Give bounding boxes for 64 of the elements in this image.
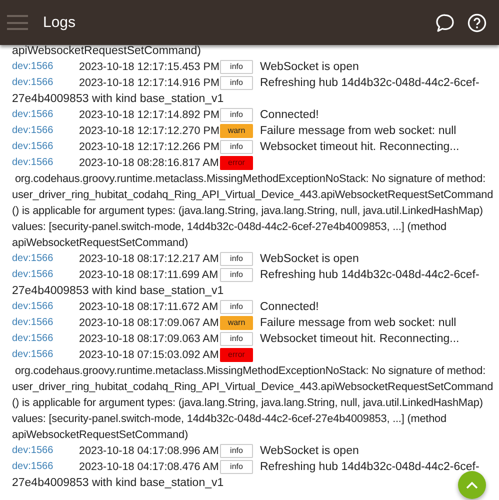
log-message: Refreshing hub 14d4b32c-048d-44c2-6cef- bbox=[260, 76, 480, 91]
level-badge: error bbox=[220, 348, 253, 362]
device-link[interactable]: dev:1566 bbox=[12, 443, 79, 459]
level-badge: info bbox=[220, 76, 253, 90]
device-link[interactable]: dev:1566 bbox=[12, 267, 79, 283]
log-message: Connected! bbox=[260, 300, 319, 315]
log-message: Failure message from web socket: null bbox=[260, 316, 456, 331]
log-message: Websocket timeout hit. Reconnecting... bbox=[260, 332, 460, 347]
chat-bubble-icon[interactable] bbox=[435, 12, 455, 32]
device-link[interactable]: dev:1566 bbox=[12, 315, 79, 331]
timestamp: 2023-10-18 07:15:03.092 AM bbox=[79, 348, 220, 363]
timestamp: 2023-10-18 12:17:12.266 PM bbox=[79, 140, 220, 155]
log-message: apiWebsocketRequestSetCommand) bbox=[12, 44, 202, 59]
log-message: 27e4b4009853 with kind base_station_v1 bbox=[12, 92, 224, 107]
device-link[interactable]: dev:1566 bbox=[12, 107, 79, 123]
level-badge: warn bbox=[220, 316, 253, 330]
timestamp: 2023-10-18 08:17:11.699 AM bbox=[79, 268, 220, 283]
level-badge: info bbox=[220, 140, 253, 154]
device-link[interactable]: dev:1566 bbox=[12, 459, 79, 475]
timestamp: 2023-10-18 12:17:12.270 PM bbox=[79, 124, 220, 139]
timestamp: 2023-10-18 08:17:09.063 AM bbox=[79, 332, 220, 347]
log-message: 27e4b4009853 with kind base_station_v1 bbox=[12, 476, 224, 491]
device-link[interactable]: dev:1566 bbox=[12, 139, 79, 155]
timestamp: 2023-10-18 08:28:16.817 AM bbox=[79, 156, 220, 171]
level-badge: info bbox=[220, 300, 253, 314]
level-badge: warn bbox=[220, 124, 253, 138]
log-message: WebSocket is open bbox=[260, 252, 359, 267]
timestamp: 2023-10-18 08:17:11.672 AM bbox=[79, 300, 220, 315]
help-icon[interactable] bbox=[467, 12, 487, 32]
level-badge: info bbox=[220, 108, 253, 122]
level-badge: info bbox=[220, 332, 253, 346]
device-link[interactable]: dev:1566 bbox=[12, 123, 79, 139]
level-badge: info bbox=[220, 60, 253, 74]
device-link[interactable]: dev:1566 bbox=[12, 59, 79, 75]
timestamp: 2023-10-18 08:17:09.067 AM bbox=[79, 316, 220, 331]
device-link[interactable]: dev:1566 bbox=[12, 331, 79, 347]
level-badge: info bbox=[220, 444, 253, 458]
device-link[interactable]: dev:1566 bbox=[12, 155, 79, 171]
log-message: 27e4b4009853 with kind base_station_v1 bbox=[12, 284, 224, 299]
page-title: Logs bbox=[43, 14, 76, 31]
log-message: Failure message from web socket: null bbox=[260, 124, 456, 139]
timestamp: 2023-10-18 12:17:14.892 PM bbox=[79, 108, 220, 123]
device-link[interactable]: dev:1566 bbox=[12, 75, 79, 91]
device-link[interactable]: dev:1566 bbox=[12, 299, 79, 315]
timestamp: 2023-10-18 12:17:14.916 PM bbox=[79, 76, 220, 91]
device-link[interactable]: dev:1566 bbox=[12, 347, 79, 363]
log-message: Websocket timeout hit. Reconnecting... bbox=[260, 140, 460, 155]
log-message: WebSocket is open bbox=[260, 444, 359, 459]
log-message: org.codehaus.groovy.runtime.metaclass.MissingMethodExceptionNoStack: No signature of method: user_driver_ring_hubitat_codahq_Ring_API_Virtual_Device_443.apiWebsocketRequestSetCommand() is applicable for argument types: (java.lang.String, java.lang.String, null, java.util.LinkedHashMap) values: [security-panel.switch-mode, 14d4b32c-048d-44c2-6cef-27e4b4009853, ...] (method apiWebsocketRequestSetCommand) bbox=[12, 364, 494, 443]
timestamp: 2023-10-18 12:17:15.453 PM bbox=[79, 60, 220, 75]
level-badge: info bbox=[220, 268, 253, 282]
log-message: Refreshing hub 14d4b32c-048d-44c2-6cef- bbox=[260, 268, 480, 283]
log-message: org.codehaus.groovy.runtime.metaclass.MissingMethodExceptionNoStack: No signature of method: user_driver_ring_hubitat_codahq_Ring_API_Virtual_Device_443.apiWebsocketRequestSetCommand() is applicable for argument types: (java.lang.String, java.lang.String, null, java.util.LinkedHashMap) values: [security-panel.switch-mode, 14d4b32c-048d-44c2-6cef-27e4b4009853, ...] (method apiWebsocketRequestSetCommand) bbox=[12, 172, 494, 251]
log-message: Refreshing hub 14d4b32c-048d-44c2-6cef- bbox=[260, 460, 480, 475]
level-badge: info bbox=[220, 460, 253, 474]
chevron-up-icon bbox=[465, 480, 479, 490]
timestamp: 2023-10-18 04:17:08.476 AM bbox=[79, 460, 220, 475]
level-badge: error bbox=[220, 156, 253, 170]
device-link[interactable]: dev:1566 bbox=[12, 251, 79, 267]
timestamp: 2023-10-18 04:17:08.996 AM bbox=[79, 444, 220, 459]
log-message: WebSocket is open bbox=[260, 60, 359, 75]
level-badge: info bbox=[220, 252, 253, 266]
timestamp: 2023-10-18 08:17:12.217 AM bbox=[79, 252, 220, 267]
log-message: Connected! bbox=[260, 108, 319, 123]
